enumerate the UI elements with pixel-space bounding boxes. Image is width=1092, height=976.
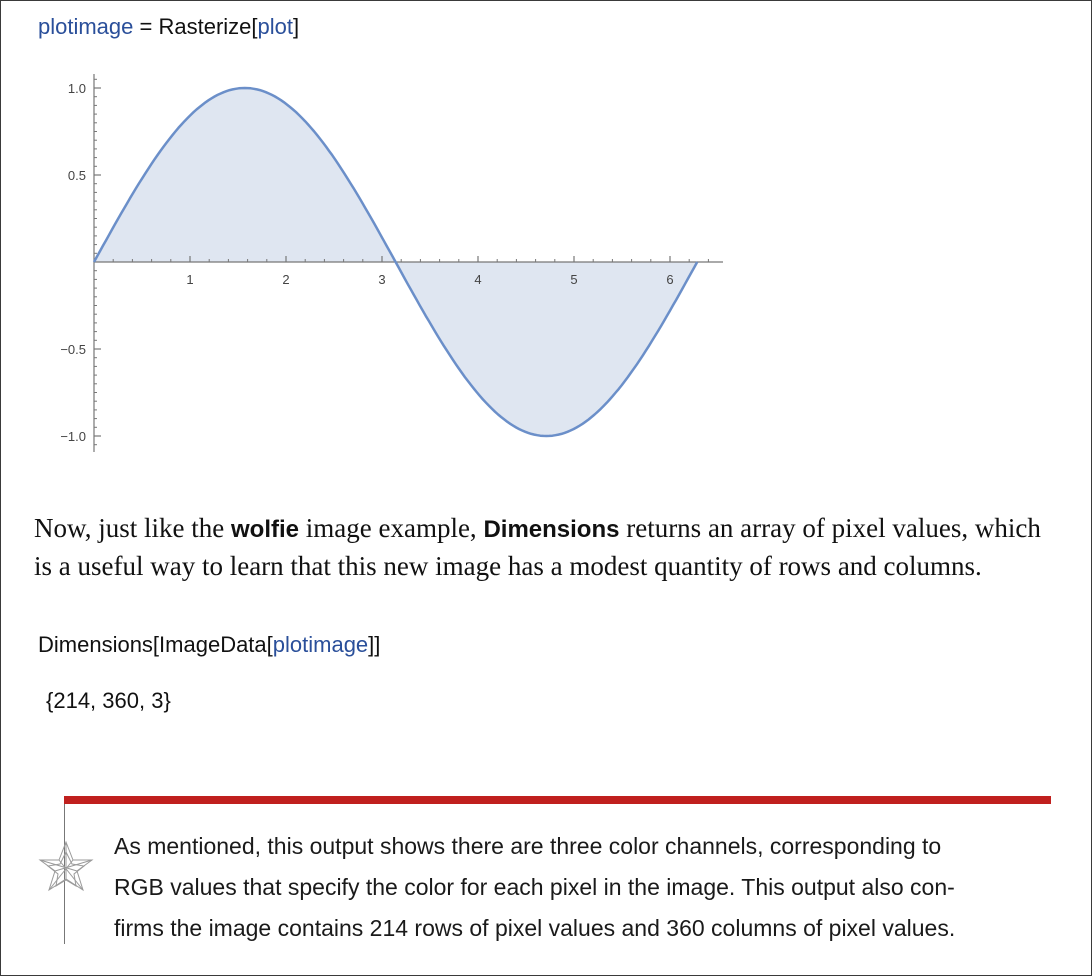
x-tick-label: 1 <box>186 272 193 287</box>
para-text-3: returns an array of pixel values, which <box>619 513 1041 543</box>
para-bold-wolfie: wolfie <box>230 516 299 543</box>
para-text-2: image example, <box>299 513 484 543</box>
note-line-2: RGB values that specify the color for ea… <box>114 874 955 900</box>
note-text: As mentioned, this output shows there ar… <box>114 826 1034 949</box>
code-output: {214, 360, 3} <box>46 688 171 713</box>
x-tick-label: 4 <box>474 272 481 287</box>
code-argument: plot <box>257 14 293 39</box>
code-close: ]] <box>368 632 381 657</box>
code-input-dimensions[interactable]: Dimensions[ImageData[plotimage]] <box>38 632 380 658</box>
note-accent-bar <box>64 796 1051 804</box>
y-tick-label: 0.5 <box>68 168 86 183</box>
y-tick-label: 1.0 <box>68 81 86 96</box>
x-tick-label: 3 <box>378 272 385 287</box>
code-function: Rasterize[ <box>158 14 258 39</box>
body-paragraph: Now, just like the wolfie image example,… <box>34 510 1054 584</box>
code-argument: plotimage <box>272 632 369 657</box>
y-tick-label: −0.5 <box>60 342 86 357</box>
star-polyhedron-icon <box>38 840 94 892</box>
code-equals: = <box>133 14 159 39</box>
note-line-1: As mentioned, this output shows there ar… <box>114 833 942 859</box>
para-text-1: Now, just like the <box>34 513 231 543</box>
para-bold-dimensions: Dimensions <box>483 516 620 543</box>
para-text-4: is a useful way to learn that this new i… <box>34 551 982 581</box>
x-tick-label: 5 <box>570 272 577 287</box>
code-input-rasterize[interactable]: plotimage = Rasterize[plot] <box>38 14 299 40</box>
code-variable: plotimage <box>38 14 134 39</box>
sine-plot: 1 2 3 4 5 6 1.0 0.5 −0.5 −1.0 <box>60 74 723 452</box>
x-tick-label: 2 <box>282 272 289 287</box>
code-function: Dimensions[ImageData[ <box>38 632 273 657</box>
note-line-3: firms the image contains 214 rows of pix… <box>114 915 956 941</box>
code-close: ] <box>293 14 300 39</box>
y-tick-label: −1.0 <box>60 429 86 444</box>
x-tick-label: 6 <box>666 272 673 287</box>
